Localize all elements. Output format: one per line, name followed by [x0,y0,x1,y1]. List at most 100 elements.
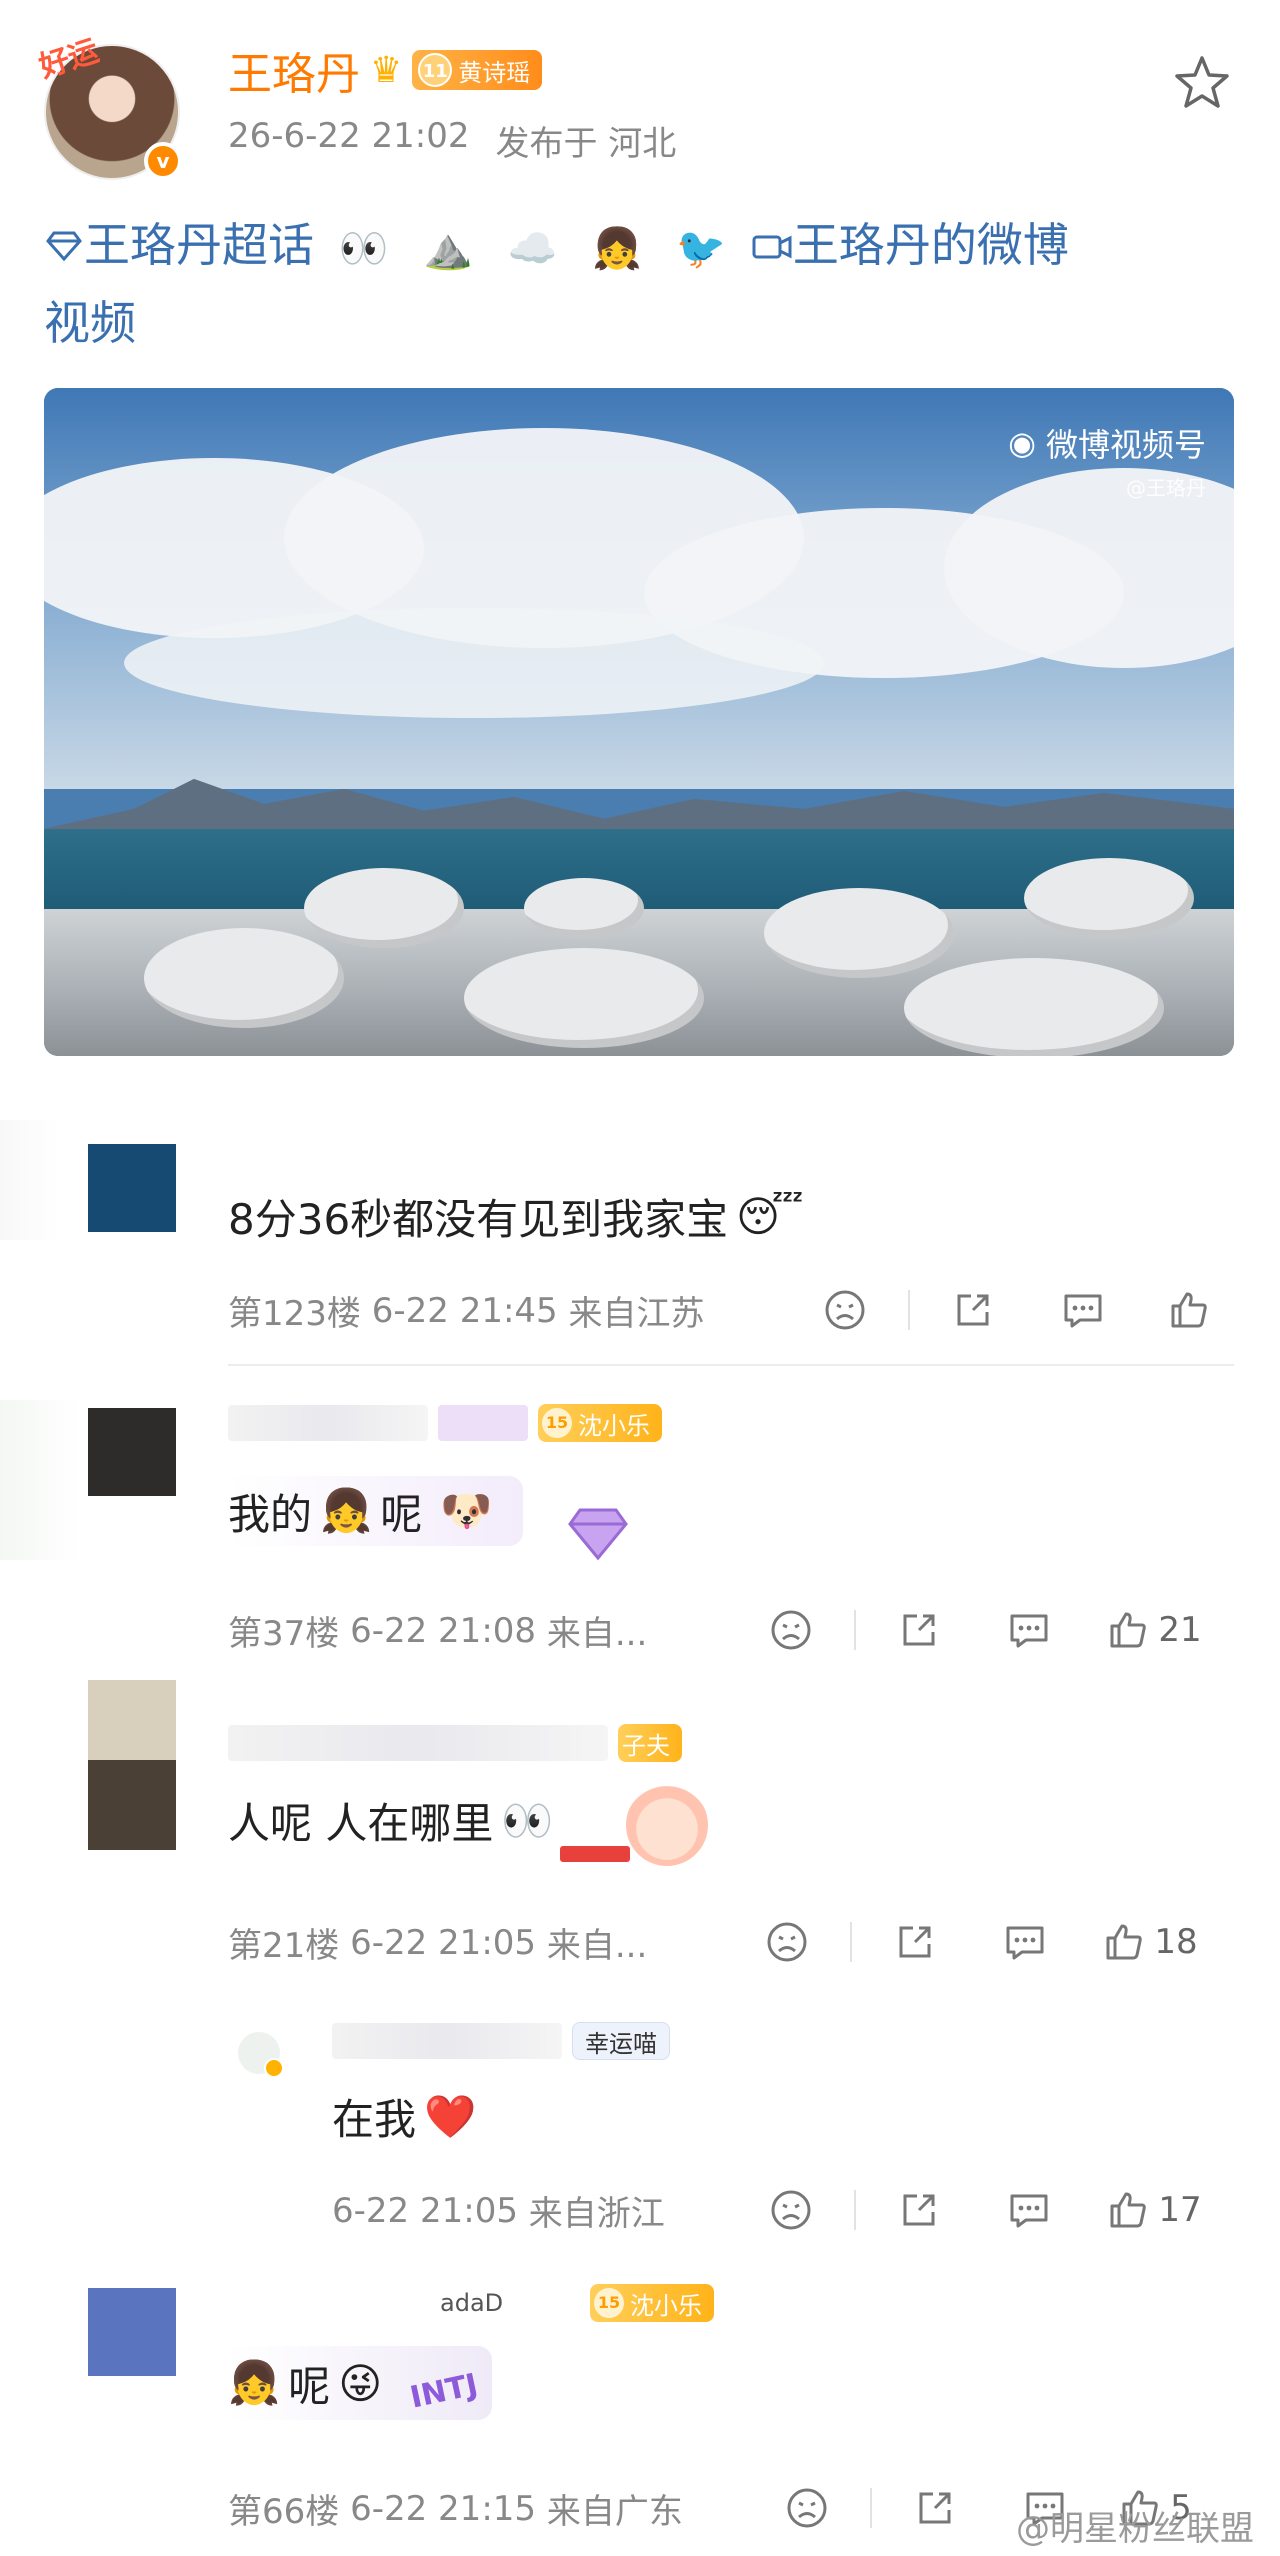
video-watermark: ◉ 微博视频号 @王珞丹 [1008,420,1206,501]
dislike-icon[interactable] [736,2180,846,2240]
dislike-icon[interactable] [732,1912,842,1972]
blurred-edge [0,1400,80,1560]
reply-icon[interactable] [970,1912,1080,1972]
comment-text-content: 我的 [228,1489,313,1539]
reply-icon[interactable] [974,1600,1084,1660]
comment-author-row: adaD 15 沈小乐 [440,2284,714,2322]
like-button[interactable]: 18 [1080,1912,1220,1972]
rock-shape [904,958,1164,1056]
thumbs-up-icon [1110,2192,1147,2228]
comment-actions: 17 [736,2180,1224,2240]
like-count: 21 [1158,1610,1202,1650]
fan-badge[interactable]: 15 沈小乐 [538,1404,662,1442]
topic-link[interactable]: 王珞丹超话 [44,218,329,272]
comment-author-row: 15 沈小乐 [228,1404,662,1442]
heart-emoji: ❤️ [424,2091,477,2141]
comment-floor: 第66楼 [228,2492,340,2532]
fan-badge[interactable]: 11 黄诗瑶 [412,50,543,90]
action-divider [854,1610,856,1650]
dog-emoji: 🐶 [440,1486,493,1535]
dislike-icon[interactable] [790,1280,900,1340]
post-meta: 26-6-22 21:02 发布于 河北 [228,116,676,165]
blurred-username[interactable] [228,1725,608,1761]
girl-emoji: 👧 [320,1486,373,1535]
comment-author-row: 幸运喵 [332,2022,670,2060]
comment-avatar[interactable] [88,1680,176,1850]
reply-icon[interactable] [1028,1280,1138,1340]
share-icon[interactable] [864,1600,974,1660]
sleepy-emoji: 😴 [736,1192,804,1241]
author-avatar[interactable]: 好运 v [35,33,182,180]
footer-watermark: @明星粉丝联盟 [1016,2509,1254,2549]
thumbs-up-icon [1106,1924,1143,1960]
comment-text: 在我 ❤️ [332,2086,476,2147]
eyes-emoji: 👀 [338,225,389,272]
reply-avatar[interactable] [236,2030,284,2078]
rock-shape [304,868,464,948]
video-player[interactable]: ◉ 微博视频号 @王珞丹 [44,388,1234,1056]
girl-emoji: 👧 [228,2358,281,2407]
comment-author-row: 子夫 [228,1724,682,1762]
like-count: 17 [1158,2190,1202,2230]
like-button[interactable]: 17 [1084,2180,1224,2240]
fan-badge[interactable]: 子夫 [618,1724,682,1762]
comment-from: 来自广东 [546,2492,683,2532]
blurred-edge [0,1120,60,1240]
dislike-icon[interactable] [736,1600,846,1660]
comment-text-content: 呢 [380,1489,423,1539]
favorite-star-icon[interactable] [1170,50,1234,114]
comment-from: 来自江苏 [568,1294,705,1334]
bird-emoji: 🐦 [676,225,727,272]
share-icon[interactable] [880,2478,990,2538]
reply-icon[interactable] [974,2180,1084,2240]
video-link-label: 王珞丹的微博 [792,218,1069,272]
fan-badge-level: 11 [418,53,453,87]
comment-meta: 第21楼 6-22 21:05 来自... [228,1918,647,1967]
like-button[interactable] [1138,1280,1248,1340]
comment-from: 来自... [546,1926,648,1966]
comment-text-content: 在我 [332,2095,417,2144]
video-camera-icon [752,235,792,259]
post-text: 王珞丹超话 👀 ⛰️ ☁️ 👧 🐦 王珞丹的微博 视频 [44,208,1244,360]
comment-avatar[interactable] [88,2288,176,2376]
rock-shape [464,948,704,1048]
fan-badge[interactable]: 15 沈小乐 [590,2284,714,2322]
wink-emoji: 😜 [338,2358,383,2408]
action-divider [870,2488,872,2528]
comment-actions: 21 [736,1600,1224,1660]
rock-shape [1024,858,1194,938]
weibo-logo-icon: ◉ [1008,424,1036,462]
fan-badge-level: 15 [542,1408,572,1438]
comment-avatar[interactable] [88,1144,176,1232]
share-icon[interactable] [918,1280,1028,1340]
like-button[interactable]: 21 [1084,1600,1224,1660]
share-icon[interactable] [860,1912,970,1972]
share-icon[interactable] [864,2180,974,2240]
verified-badge-icon [264,2058,284,2078]
avatar-top [88,1680,176,1760]
action-divider [850,1922,852,1962]
post-date: 26-6-22 21:02 [228,116,470,156]
rock-shape [144,928,344,1028]
comment-avatar[interactable] [88,1408,176,1496]
comment-username[interactable]: adaD [440,2285,580,2321]
blurred-username[interactable] [332,2023,562,2059]
author-name[interactable]: 王珞丹 [228,38,360,102]
comment-divider [228,1364,1234,1366]
fan-badge-name: 沈小乐 [630,2291,702,2320]
avatar-bottom [88,1760,176,1850]
comment-time: 6-22 21:15 [350,2488,537,2529]
video-link-suffix: 视频 [44,295,136,350]
dislike-icon[interactable] [752,2478,862,2538]
comment-floor: 第37楼 [228,1614,340,1654]
fan-badge-level: 15 [594,2288,624,2318]
fan-badge[interactable]: 幸运喵 [572,2022,670,2060]
action-divider [908,1290,910,1330]
blurred-username[interactable] [228,1405,428,1441]
author-row: 王珞丹 ♛ 11 黄诗瑶 [228,42,543,100]
fan-badge-name: 幸运喵 [585,2029,657,2058]
thumbs-up-icon [1171,1292,1207,1328]
crown-icon: ♛ [370,49,403,91]
verified-badge-icon: v [144,142,182,180]
comment-from: 来自... [546,1614,648,1654]
